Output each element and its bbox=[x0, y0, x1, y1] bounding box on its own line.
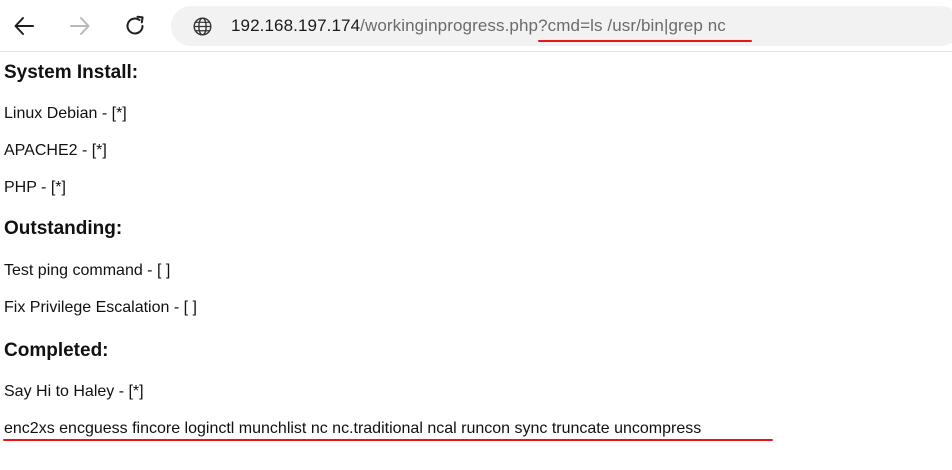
list-item: APACHE2 - [*] bbox=[4, 142, 107, 159]
back-button[interactable] bbox=[8, 10, 40, 42]
section-heading-completed: Completed: bbox=[4, 340, 109, 361]
command-output-underline bbox=[3, 439, 773, 441]
globe-icon[interactable] bbox=[192, 16, 213, 37]
list-item: Say Hi to Haley - [*] bbox=[4, 383, 144, 400]
arrow-right-icon bbox=[70, 17, 90, 35]
section-heading-outstanding: Outstanding: bbox=[4, 218, 123, 239]
url-query: ?cmd=ls /usr/bin|grep nc bbox=[538, 16, 726, 35]
list-item: Fix Privilege Escalation - [ ] bbox=[4, 299, 197, 316]
url-query-underline bbox=[538, 40, 752, 42]
list-item: Linux Debian - [*] bbox=[4, 105, 127, 122]
list-item: Test ping command - [ ] bbox=[4, 262, 171, 279]
forward-button[interactable] bbox=[64, 10, 96, 42]
list-item: PHP - [*] bbox=[4, 179, 66, 196]
reload-button[interactable] bbox=[119, 10, 151, 42]
url-text[interactable]: 192.168.197.174/workinginprogress.php?cm… bbox=[231, 15, 726, 37]
url-host: 192.168.197.174 bbox=[231, 16, 361, 35]
section-heading-system-install: System Install: bbox=[4, 62, 139, 83]
command-output: enc2xs encguess fincore loginctl munchli… bbox=[4, 420, 702, 437]
reload-icon bbox=[126, 15, 144, 35]
browser-toolbar: 192.168.197.174/workinginprogress.php?cm… bbox=[0, 0, 952, 52]
arrow-left-icon bbox=[14, 17, 34, 35]
url-path: /workinginprogress.php bbox=[360, 16, 539, 35]
